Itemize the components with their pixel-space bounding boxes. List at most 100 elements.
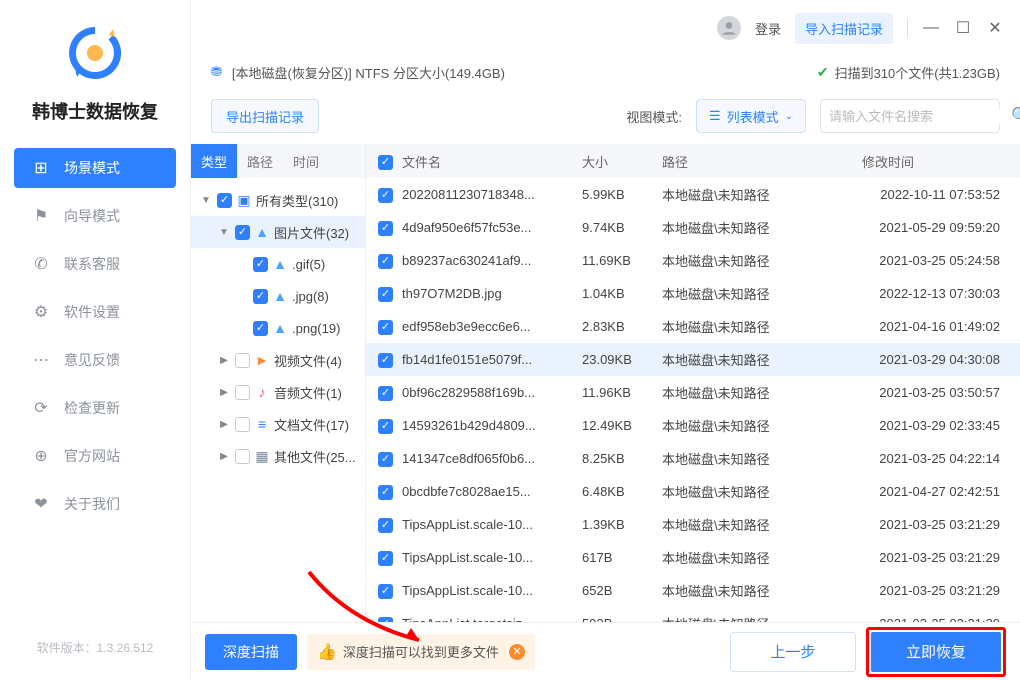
tree-node[interactable]: ▲.jpg(8) — [191, 280, 365, 312]
twisty-icon[interactable]: ▶ — [217, 419, 231, 430]
prev-button[interactable]: 上一步 — [730, 632, 856, 672]
recover-button[interactable]: 立即恢复 — [871, 632, 1001, 672]
table-row[interactable]: 141347ce8df065f0b6...8.25KB本地磁盘\未知路径2021… — [366, 442, 1020, 475]
tree-node[interactable]: ▲.png(19) — [191, 312, 365, 344]
twisty-icon[interactable]: ▼ — [199, 195, 213, 206]
row-checkbox[interactable] — [378, 584, 393, 599]
table-row[interactable]: fb14d1fe0151e5079f...23.09KB本地磁盘\未知路径202… — [366, 343, 1020, 376]
row-checkbox[interactable] — [378, 221, 393, 236]
file-panel: 文件名 大小 路径 修改时间 20220811230718348...5.99K… — [366, 144, 1020, 622]
row-checkbox[interactable] — [378, 485, 393, 500]
tree-checkbox[interactable] — [253, 257, 268, 272]
file-size: 1.04KB — [582, 286, 662, 301]
tree-node[interactable]: ▼▣所有类型(310) — [191, 184, 365, 216]
maximize-icon[interactable]: ☐ — [954, 19, 972, 37]
tree-node[interactable]: ▼▲图片文件(32) — [191, 216, 365, 248]
row-checkbox[interactable] — [378, 452, 393, 467]
table-row[interactable]: 4d9af950e6f57fc53e...9.74KB本地磁盘\未知路径2021… — [366, 211, 1020, 244]
tree-checkbox[interactable] — [235, 449, 250, 464]
file-path: 本地磁盘\未知路径 — [662, 383, 862, 402]
row-checkbox[interactable] — [378, 518, 393, 533]
table-row[interactable]: 0bf96c2829588f169b...11.96KB本地磁盘\未知路径202… — [366, 376, 1020, 409]
nav-item-support[interactable]: ✆ 联系客服 — [14, 244, 176, 284]
col-mtime[interactable]: 修改时间 — [862, 152, 1020, 171]
tree-node[interactable]: ▶♪音频文件(1) — [191, 376, 365, 408]
tree-checkbox[interactable] — [235, 417, 250, 432]
col-name[interactable]: 文件名 — [402, 152, 582, 171]
tree-node[interactable]: ▶▦其他文件(25... — [191, 440, 365, 472]
tree-tab[interactable]: 类型 — [191, 144, 237, 178]
table-row[interactable]: edf958eb3e9ecc6e6...2.83KB本地磁盘\未知路径2021-… — [366, 310, 1020, 343]
table-row[interactable]: 0bcdbfe7c8028ae15...6.48KB本地磁盘\未知路径2021-… — [366, 475, 1020, 508]
file-size: 23.09KB — [582, 352, 662, 367]
row-checkbox[interactable] — [378, 551, 393, 566]
table-row[interactable]: TipsAppList.scale-10...652B本地磁盘\未知路径2021… — [366, 574, 1020, 607]
avatar[interactable] — [717, 16, 741, 40]
viewmode-button[interactable]: ☰ 列表模式 ⌄ — [696, 99, 806, 133]
file-path: 本地磁盘\未知路径 — [662, 449, 862, 468]
file-mtime: 2021-03-25 03:50:57 — [862, 385, 1020, 400]
row-checkbox[interactable] — [378, 254, 393, 269]
twisty-icon[interactable]: ▶ — [217, 387, 231, 398]
row-checkbox[interactable] — [378, 188, 393, 203]
table-row[interactable]: TipsAppList.scale-10...1.39KB本地磁盘\未知路径20… — [366, 508, 1020, 541]
tree-checkbox[interactable] — [235, 385, 250, 400]
nav-item-update[interactable]: ⟳检查更新 — [14, 388, 176, 428]
tree-checkbox[interactable] — [235, 353, 250, 368]
table-row[interactable]: 14593261b429d4809...12.49KB本地磁盘\未知路径2021… — [366, 409, 1020, 442]
export-scan-button[interactable]: 导出扫描记录 — [211, 99, 319, 133]
row-checkbox[interactable] — [378, 287, 393, 302]
file-name: fb14d1fe0151e5079f... — [402, 352, 582, 367]
twisty-icon[interactable]: ▼ — [217, 227, 231, 238]
select-all-checkbox[interactable] — [378, 155, 393, 170]
phone-icon: ✆ — [32, 255, 50, 273]
table-body: 20220811230718348...5.99KB本地磁盘\未知路径2022-… — [366, 178, 1020, 622]
nav-item-settings[interactable]: ⚙软件设置 — [14, 292, 176, 332]
tree-tab[interactable]: 路径 — [237, 144, 283, 178]
nav-item-about[interactable]: ❤关于我们 — [14, 484, 176, 524]
close-icon[interactable]: ✕ — [986, 19, 1004, 37]
table-row[interactable]: 20220811230718348...5.99KB本地磁盘\未知路径2022-… — [366, 178, 1020, 211]
twisty-icon[interactable]: ▶ — [217, 355, 231, 366]
nav-item-scene[interactable]: ⊞场景模式 — [14, 148, 176, 188]
table-row[interactable]: TipsAppList.targetsiz...593B本地磁盘\未知路径202… — [366, 607, 1020, 622]
tree-node[interactable]: ▶►视频文件(4) — [191, 344, 365, 376]
tree-checkbox[interactable] — [217, 193, 232, 208]
file-size: 11.96KB — [582, 385, 662, 400]
login-link[interactable]: 登录 — [755, 19, 781, 38]
table-row[interactable]: TipsAppList.scale-10...617B本地磁盘\未知路径2021… — [366, 541, 1020, 574]
minimize-icon[interactable]: — — [922, 19, 940, 37]
main-panel: 登录 导入扫描记录 — ☐ ✕ ⛃ [本地磁盘(恢复分区)] NTFS 分区大小… — [190, 0, 1020, 680]
tree-checkbox[interactable] — [253, 289, 268, 304]
search-icon[interactable]: 🔍 — [1011, 106, 1020, 126]
import-scan-link[interactable]: 导入扫描记录 — [795, 13, 893, 44]
row-checkbox[interactable] — [378, 320, 393, 335]
table-header: 文件名 大小 路径 修改时间 — [366, 144, 1020, 178]
nav-item-wizard[interactable]: ⚑向导模式 — [14, 196, 176, 236]
col-size[interactable]: 大小 — [582, 152, 662, 171]
twisty-icon[interactable]: ▶ — [217, 451, 231, 462]
search-input[interactable] — [829, 109, 1005, 124]
file-size: 617B — [582, 550, 662, 565]
nav-item-website[interactable]: ⊕官方网站 — [14, 436, 176, 476]
row-checkbox[interactable] — [378, 419, 393, 434]
tree-checkbox[interactable] — [253, 321, 268, 336]
table-row[interactable]: b89237ac630241af9...11.69KB本地磁盘\未知路径2021… — [366, 244, 1020, 277]
tree-checkbox[interactable] — [235, 225, 250, 240]
tree-node[interactable]: ▲.gif(5) — [191, 248, 365, 280]
nav-label: 联系客服 — [64, 254, 120, 274]
nav-item-feedback[interactable]: ⋯意见反馈 — [14, 340, 176, 380]
table-row[interactable]: th97O7M2DB.jpg1.04KB本地磁盘\未知路径2022-12-13 … — [366, 277, 1020, 310]
nav-label: 向导模式 — [64, 206, 120, 226]
vid-icon: ► — [254, 352, 270, 368]
file-path: 本地磁盘\未知路径 — [662, 548, 862, 567]
tree-tab[interactable]: 时间 — [283, 144, 329, 178]
col-path[interactable]: 路径 — [662, 152, 862, 171]
row-checkbox[interactable] — [378, 353, 393, 368]
grid-icon: ⊞ — [32, 159, 50, 177]
close-hint-icon[interactable]: ✕ — [509, 644, 525, 660]
divider — [907, 19, 908, 37]
row-checkbox[interactable] — [378, 386, 393, 401]
tree-node[interactable]: ▶≡文档文件(17) — [191, 408, 365, 440]
deep-scan-button[interactable]: 深度扫描 — [205, 634, 297, 670]
